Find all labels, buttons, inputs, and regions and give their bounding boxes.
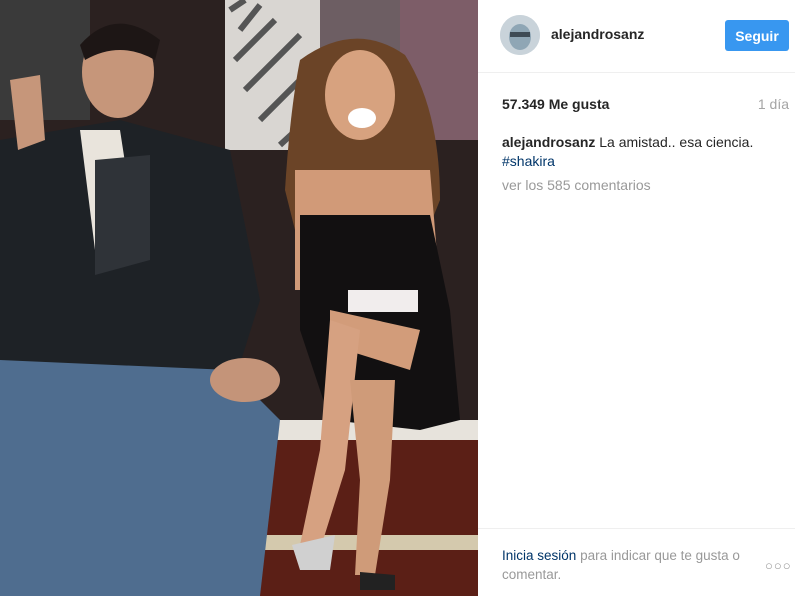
profile-picture-icon xyxy=(500,15,540,55)
more-options-icon[interactable]: ○○○ xyxy=(765,558,792,573)
post-sidebar: alejandrosanz Seguir 57.349 Me gusta 1 d… xyxy=(478,0,795,596)
post-caption: alejandrosanz La amistad.. esa ciencia. … xyxy=(502,133,772,171)
post-header: alejandrosanz Seguir xyxy=(478,0,795,73)
caption-text: La amistad.. esa ciencia. xyxy=(599,134,754,150)
photo-illustration xyxy=(0,0,478,596)
instagram-post: alejandrosanz Seguir 57.349 Me gusta 1 d… xyxy=(0,0,795,596)
post-photo[interactable] xyxy=(0,0,478,596)
post-footer: Inicia sesión para indicar que te gusta … xyxy=(478,528,795,597)
caption-username[interactable]: alejandrosanz xyxy=(502,134,595,150)
likes-count[interactable]: 57.349 Me gusta xyxy=(502,96,609,112)
login-prompt: Inicia sesión para indicar que te gusta … xyxy=(502,546,762,584)
follow-button[interactable]: Seguir xyxy=(725,20,789,51)
login-link[interactable]: Inicia sesión xyxy=(502,548,576,563)
post-time[interactable]: 1 día xyxy=(758,96,789,112)
avatar[interactable] xyxy=(500,15,540,55)
header-username[interactable]: alejandrosanz xyxy=(551,26,644,42)
view-comments-link[interactable]: ver los 585 comentarios xyxy=(502,177,651,193)
caption-hashtag[interactable]: #shakira xyxy=(502,152,772,171)
